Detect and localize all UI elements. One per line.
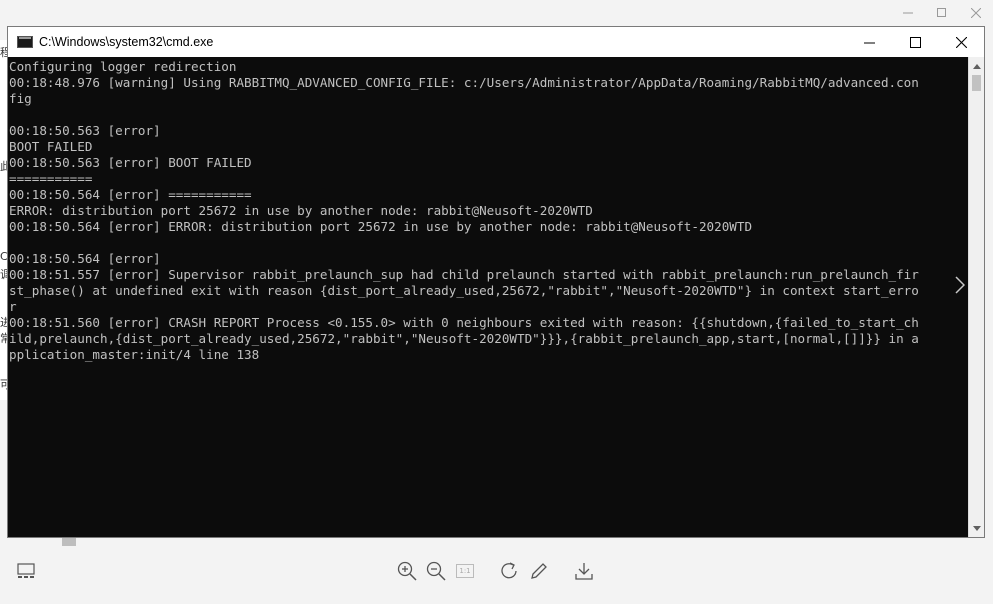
cmd-window-controls [846,27,984,57]
maximize-icon [937,8,946,17]
console-line: 00:18:50.564 [error] [9,251,161,266]
window-title: C:\Windows\system32\cmd.exe [39,35,214,49]
console-line: 00:18:50.564 [error] =========== [9,187,252,202]
maximize-icon [909,36,921,48]
actual-size-button[interactable]: 1:1 [454,560,476,582]
scroll-up-arrow[interactable] [969,58,984,74]
console-line: 00:18:50.564 [error] ERROR: distribution… [9,219,753,234]
minimize-icon [903,12,913,14]
maximize-button[interactable] [892,27,938,57]
console-line: 00:18:50.563 [error] [9,123,161,138]
console-line: pplication_master:init/4 line 138 [9,347,260,362]
viewer-maximize-button[interactable] [925,0,959,26]
actual-size-label: 1:1 [459,566,471,575]
edit-button[interactable] [528,560,550,582]
zoom-out-button[interactable] [425,560,447,582]
console-line: ERROR: distribution port 25672 in use by… [9,203,593,218]
console-line: ild,prelaunch,{dist_port_already_used,25… [9,331,919,346]
viewer-window-controls [891,0,993,26]
close-button[interactable] [938,27,984,57]
download-icon [575,563,593,580]
console-line: 00:18:51.560 [error] CRASH REPORT Proces… [9,315,919,330]
viewer-minimize-button[interactable] [891,0,925,26]
minimize-button[interactable] [846,27,892,57]
background-fragment [62,538,76,546]
chevron-down-icon [972,525,981,531]
console-line: =========== [9,171,93,186]
scroll-thumb[interactable] [972,75,981,91]
vertical-scrollbar[interactable] [968,57,984,537]
next-image-button[interactable] [955,276,966,298]
viewer-close-button[interactable] [959,0,993,26]
cmd-titlebar[interactable]: C:\Windows\system32\cmd.exe [8,27,984,57]
console-line: fig [9,91,32,106]
close-icon [955,36,967,48]
scroll-down-arrow[interactable] [969,520,984,536]
console-line: 00:18:50.563 [error] BOOT FAILED [9,155,252,170]
console-line: 00:18:48.976 [warning] Using RABBITMQ_AD… [9,75,919,90]
cmd-app-icon [17,36,33,48]
console-line: BOOT FAILED [9,139,93,154]
chevron-right-icon [955,276,966,294]
pencil-icon [531,563,547,579]
thumbnail-button[interactable] [15,560,37,582]
viewer-toolbar: 1:1 [0,550,993,594]
console-line: r [9,299,17,314]
rotate-icon [501,562,517,579]
zoom-in-icon [397,561,417,581]
minimize-icon [863,42,875,43]
image-viewer-window: 程 此 C 调 进 常 可 C:\Windows\system32\cmd.ex… [0,0,993,604]
chevron-up-icon [972,63,981,69]
zoom-in-button[interactable] [396,560,418,582]
rotate-button[interactable] [499,560,521,582]
cmd-window: C:\Windows\system32\cmd.exe Configuring … [7,26,985,538]
console-output[interactable]: Configuring logger redirection 00:18:48.… [8,57,970,537]
zoom-out-icon [426,561,446,581]
console-line: Configuring logger redirection [9,59,237,74]
download-button[interactable] [573,560,595,582]
actual-size-icon: 1:1 [456,564,474,578]
thumbnail-icon [17,563,35,578]
console-line: st_phase() at undefined exit with reason… [9,283,919,298]
console-line: 00:18:51.557 [error] Supervisor rabbit_p… [9,267,919,282]
close-icon [971,8,981,18]
